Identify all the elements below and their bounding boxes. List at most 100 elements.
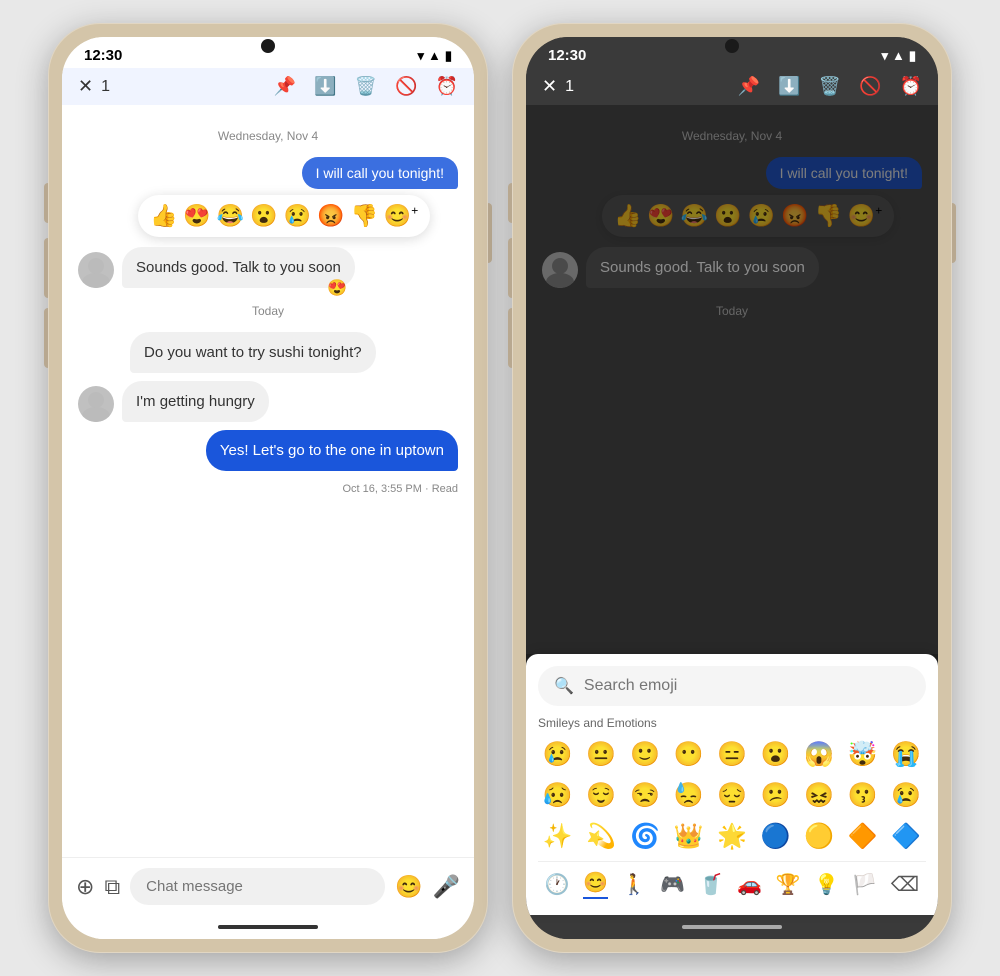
battery-icon-2: ▮ [909,48,916,64]
reaction-thumbsup-2[interactable]: 👍 [614,203,641,229]
add-button-1[interactable]: ⊕ [76,874,94,900]
emoji-27[interactable]: 🔷 [886,820,926,853]
reaction-heart-eyes[interactable]: 😍 [183,203,210,229]
emoji-22[interactable]: 👑 [669,820,709,853]
phone-wrapper: 12:30 ▾ ▲ ▮ ✕ 1 📌 ⬇️ 🗑️ 🚫 ⏰ [48,23,952,953]
emoji-26[interactable]: 🔶 [843,820,883,853]
input-bar-1: ⊕ ⧉ 😊 🎤 [62,857,474,915]
emoji-search-input[interactable] [584,677,910,695]
reaction-cry[interactable]: 😢 [284,203,311,229]
reaction-thumbsup[interactable]: 👍 [150,203,177,229]
travel-tab[interactable]: 🚗 [737,872,762,897]
food-tab[interactable]: 🥤 [699,872,724,897]
date-label-today-1: Today [78,304,458,318]
selection-count-2: 1 [565,78,574,96]
battery-icon: ▮ [445,48,452,64]
emoji-category-label: Smileys and Emotions [538,716,926,730]
reaction-heart-eyes-2[interactable]: 😍 [647,203,674,229]
emoji-23[interactable]: 🌟 [712,820,752,853]
symbols-tab[interactable]: 💡 [814,872,839,897]
delete-icon[interactable]: 🗑️ [355,76,377,97]
reaction-laugh[interactable]: 😂 [217,203,244,229]
archive-icon[interactable]: ⬇️ [314,76,336,97]
camera-notch-2 [725,39,739,53]
close-button-1[interactable]: ✕ [78,76,93,97]
close-button-2[interactable]: ✕ [542,76,557,97]
mic-button-1[interactable]: 🎤 [433,874,460,900]
date-label-wednesday-2: Wednesday, Nov 4 [542,129,922,143]
reaction-surprised[interactable]: 😮 [250,203,277,229]
avatar-1 [78,252,114,288]
flags-tab[interactable]: 🏳️ [852,872,877,897]
emoji-19[interactable]: ✨ [538,820,578,853]
emoji-12[interactable]: 😒 [625,779,665,812]
emoji-17[interactable]: 😗 [843,779,883,812]
block-icon[interactable]: 🚫 [395,76,417,97]
emoji-15[interactable]: 😕 [756,779,796,812]
add-reaction-button-2[interactable]: 😊+ [848,203,882,229]
message-input-1[interactable] [130,868,385,905]
emoji-search-bar[interactable]: 🔍 [538,666,926,706]
emoji-16[interactable]: 😖 [799,779,839,812]
emoji-2[interactable]: 😐 [582,738,622,771]
bubble-hungry: I'm getting hungry [122,381,269,422]
emoji-button-1[interactable]: 😊 [395,874,422,900]
snooze-icon[interactable]: ⏰ [436,76,458,97]
emoji-6[interactable]: 😮 [756,738,796,771]
reaction-laugh-2[interactable]: 😂 [681,203,708,229]
truncated-message-2: I will call you tonight! [766,157,922,189]
date-label-today-2: Today [542,304,922,318]
emoji-3[interactable]: 🙂 [625,738,665,771]
emoji-4[interactable]: 😶 [669,738,709,771]
smiley-tab active-tab[interactable]: 😊 [583,870,608,899]
emoji-14[interactable]: 😔 [712,779,752,812]
emoji-21[interactable]: 🌀 [625,820,665,853]
pin-icon-2[interactable]: 📌 [738,76,760,97]
chat-area-1: Wednesday, Nov 4 I will call you tonight… [62,105,474,857]
add-reaction-button[interactable]: 😊+ [384,203,418,229]
message-row-hungry: I'm getting hungry [78,381,458,422]
reaction-angry-2[interactable]: 😡 [781,203,808,229]
reaction-angry[interactable]: 😡 [317,203,344,229]
phone-2-screen: 12:30 ▾ ▲ ▮ ✕ 1 📌 ⬇️ 🗑️ 🚫 ⏰ [526,37,938,939]
search-icon: 🔍 [554,676,574,696]
bubble-reaction: 😍 [327,278,347,300]
reaction-cry-2[interactable]: 😢 [748,203,775,229]
emoji-grid-row1: 😢 😐 🙂 😶 😑 😮 😱 🤯 😭 [538,738,926,771]
emoji-20[interactable]: 💫 [582,820,622,853]
truncated-message-1: I will call you tonight! [302,157,458,189]
action-icons-2: 📌 ⬇️ 🗑️ 🚫 ⏰ [738,76,922,97]
archive-icon-2[interactable]: ⬇️ [778,76,800,97]
avatar-2 [78,386,114,422]
emoji-7[interactable]: 😱 [799,738,839,771]
emoji-13[interactable]: 😓 [669,779,709,812]
emoji-9[interactable]: 😭 [886,738,926,771]
reaction-surprised-2[interactable]: 😮 [714,203,741,229]
reaction-thumbsdown-2[interactable]: 👎 [814,203,841,229]
emoji-18[interactable]: 😢 [886,779,926,812]
emoji-24[interactable]: 🔵 [756,820,796,853]
activities-tab[interactable]: 🎮 [660,872,685,897]
backspace-button[interactable]: ⌫ [891,872,919,897]
emoji-5[interactable]: 😑 [712,738,752,771]
attach-button-1[interactable]: ⧉ [104,874,120,900]
emoji-11[interactable]: 😌 [582,779,622,812]
wifi-icon: ▾ [417,48,424,64]
snooze-icon-2[interactable]: ⏰ [900,76,922,97]
emoji-1[interactable]: 😢 [538,738,578,771]
emoji-25[interactable]: 🟡 [799,820,839,853]
pin-icon[interactable]: 📌 [274,76,296,97]
emoji-picker: 🔍 Smileys and Emotions 😢 😐 🙂 😶 😑 [526,654,938,915]
status-time-1: 12:30 [84,47,122,64]
delete-icon-2[interactable]: 🗑️ [819,76,841,97]
phone-1: 12:30 ▾ ▲ ▮ ✕ 1 📌 ⬇️ 🗑️ 🚫 ⏰ [48,23,488,953]
block-icon-2[interactable]: 🚫 [859,76,881,97]
objects-tab[interactable]: 🏆 [775,872,800,897]
status-icons-1: ▾ ▲ ▮ [417,48,452,64]
people-tab[interactable]: 🚶 [622,872,647,897]
recent-tab[interactable]: 🕐 [545,872,570,897]
action-bar-1: ✕ 1 📌 ⬇️ 🗑️ 🚫 ⏰ [62,68,474,105]
reaction-thumbsdown[interactable]: 👎 [350,203,377,229]
emoji-10[interactable]: 😥 [538,779,578,812]
emoji-8[interactable]: 🤯 [843,738,883,771]
